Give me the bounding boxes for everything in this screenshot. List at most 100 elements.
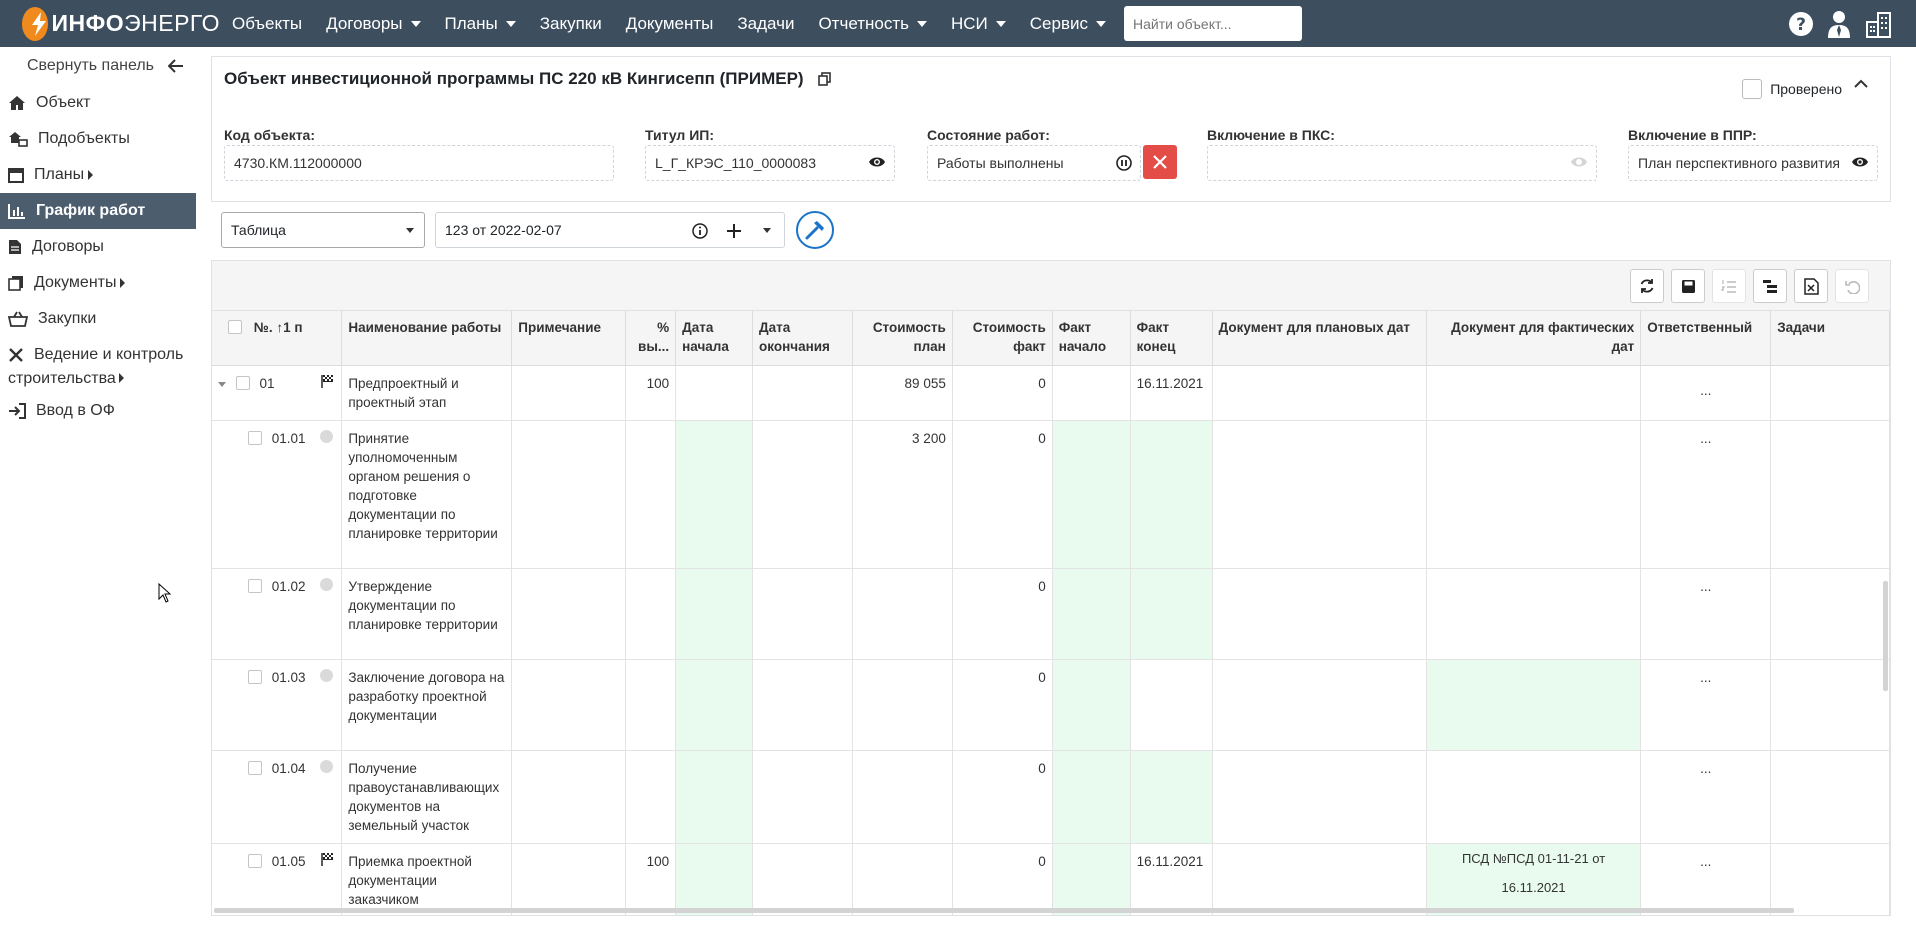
percent-cell[interactable] [625,568,677,660]
refresh-button[interactable] [1630,269,1664,303]
start-cell[interactable] [675,365,754,421]
cost-fact-cell[interactable]: 0 [952,420,1053,569]
row-checkbox[interactable] [235,375,250,390]
work-name-cell[interactable]: Получение правоустанавливающих документо… [341,750,513,844]
sidebar-item-plans[interactable]: Планы [0,157,196,193]
row-checkbox[interactable] [248,430,262,445]
cost-fact-cell[interactable]: 0 [952,750,1053,844]
row-checkbox[interactable] [248,669,262,684]
logo[interactable]: ИНФОЭНЕРГО [22,0,220,47]
row-checkbox[interactable] [248,853,262,868]
end-cell[interactable] [752,659,853,751]
note-cell[interactable] [511,365,627,421]
tasks-cell[interactable] [1770,843,1890,915]
tasks-cell[interactable] [1770,568,1890,660]
numbered-list-button[interactable] [1712,269,1746,303]
col-cost-plan[interactable]: Стоимость план [852,311,953,366]
select-all-checkbox[interactable] [228,320,242,334]
clear-state-button[interactable] [1143,145,1177,179]
table-row[interactable]: 01.01 Принятие уполномоченным органом ре… [212,420,1890,569]
col-tasks[interactable]: Задачи [1770,311,1890,366]
fact-end-cell[interactable] [1130,420,1213,569]
user-icon[interactable] [1826,10,1852,38]
version-select[interactable]: 123 от 2022-02-07 [435,212,785,248]
end-cell[interactable] [752,750,853,844]
end-cell[interactable] [752,420,853,569]
sidebar-item-subobjects[interactable]: Подобъекты [0,121,196,157]
nav-plans[interactable]: Планы [433,14,528,34]
doc-fact-cell[interactable] [1426,420,1642,569]
fact-start-cell[interactable] [1052,659,1131,751]
undo-button[interactable] [1835,269,1869,303]
note-cell[interactable] [511,568,627,660]
save-button[interactable] [1671,269,1705,303]
vertical-scrollbar[interactable] [1883,581,1888,691]
end-cell[interactable] [752,843,853,915]
fact-start-cell[interactable] [1052,843,1131,915]
percent-cell[interactable]: 100 [625,365,677,421]
indent-button[interactable] [1753,269,1787,303]
collapse-panel-button[interactable]: Свернуть панель [0,47,196,85]
table-row[interactable]: 01.03 Заключение договора на разработку … [212,659,1890,751]
work-name-cell[interactable]: Приемка проектной документации заказчико… [341,843,513,915]
sidebar-item-commissioning[interactable]: Ввод в ОФ [0,393,196,429]
horizontal-scrollbar[interactable] [214,908,1794,913]
fact-start-cell[interactable] [1052,365,1131,421]
checked-checkbox[interactable] [1742,79,1763,99]
cost-plan-cell[interactable] [852,659,953,751]
cost-fact-cell[interactable]: 0 [952,843,1053,915]
help-icon[interactable]: ? [1788,11,1814,37]
copy-icon[interactable] [817,72,831,86]
start-cell[interactable] [675,420,754,569]
tasks-cell[interactable] [1770,365,1890,421]
col-note[interactable]: Примечание [511,311,627,366]
sidebar-item-object[interactable]: Объект [0,85,196,121]
nav-documents[interactable]: Документы [614,14,726,34]
fact-end-cell[interactable] [1130,659,1213,751]
row-checkbox[interactable] [248,578,262,593]
eye-icon[interactable] [868,155,886,169]
start-cell[interactable] [675,659,754,751]
fact-end-cell[interactable]: 16.11.2021 [1130,365,1213,421]
percent-cell[interactable] [625,420,677,569]
table-row[interactable]: 01.04 Получение правоустанавливающих док… [212,750,1890,844]
note-cell[interactable] [511,843,627,915]
end-cell[interactable] [752,568,853,660]
row-checkbox[interactable] [248,760,262,775]
doc-fact-cell[interactable] [1426,659,1642,751]
col-name[interactable]: Наименование работы [341,311,513,366]
table-row[interactable]: 01.02 Утверждение документации по планир… [212,568,1890,660]
doc-plan-cell[interactable] [1212,750,1427,844]
sidebar-item-work-schedule[interactable]: График работ [0,193,196,229]
chevron-up-icon[interactable] [1854,79,1868,88]
pks-field[interactable] [1207,145,1597,181]
end-cell[interactable] [752,365,853,421]
tasks-cell[interactable] [1770,420,1890,569]
start-cell[interactable] [675,843,754,915]
fact-start-cell[interactable] [1052,568,1131,660]
fact-start-cell[interactable] [1052,420,1131,569]
caret-down-icon[interactable] [763,228,771,233]
pause-icon[interactable] [1116,155,1132,171]
col-responsible[interactable]: Ответственный [1640,311,1772,366]
fact-start-cell[interactable] [1052,750,1131,844]
cost-plan-cell[interactable] [852,843,953,915]
search-input[interactable] [1123,6,1302,41]
doc-fact-cell[interactable] [1426,365,1642,421]
tasks-cell[interactable] [1770,659,1890,751]
col-percent[interactable]: % вы... [625,311,677,366]
ppr-field[interactable]: План перспективного развития [1628,145,1878,181]
start-cell[interactable] [675,568,754,660]
eye-icon[interactable] [1570,155,1588,169]
view-select[interactable]: Таблица [221,212,425,248]
checked-toggle[interactable]: Проверено [1742,79,1868,99]
sidebar-item-documents[interactable]: Документы [0,265,196,301]
col-fact-start[interactable]: Факт начало [1052,311,1131,366]
doc-fact-cell[interactable] [1426,568,1642,660]
doc-fact-cell[interactable]: ПСД №ПСД 01-11-21 от 16.11.2021 [1426,843,1642,915]
work-name-cell[interactable]: Принятие уполномоченным органом решения … [341,420,513,569]
col-doc-fact[interactable]: Документ для фактических дат [1426,311,1642,366]
cost-plan-cell[interactable] [852,750,953,844]
nav-tasks[interactable]: Задачи [725,14,806,34]
info-icon[interactable] [692,223,708,239]
